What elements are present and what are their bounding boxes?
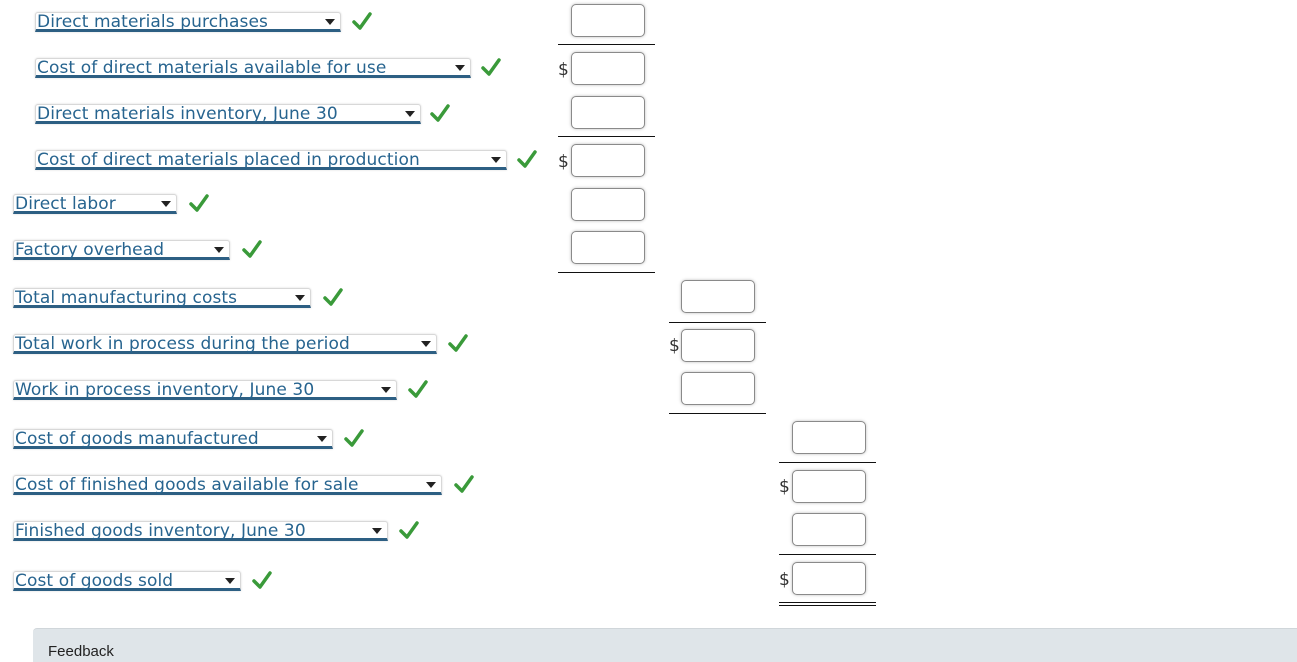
line-item-select[interactable]: Cost of direct materials available for u…: [35, 58, 471, 78]
chevron-down-icon: [455, 65, 465, 71]
subtotal-rule: [558, 272, 655, 273]
chevron-down-icon: [381, 387, 391, 393]
chevron-down-icon: [161, 201, 171, 207]
amount-input[interactable]: [571, 96, 645, 129]
checkmark-icon: [454, 475, 474, 493]
subtotal-rule: [558, 44, 655, 45]
subtotal-rule: [558, 136, 655, 137]
amount-input[interactable]: [681, 372, 755, 405]
amount-input[interactable]: [792, 470, 866, 503]
amount-input[interactable]: [571, 4, 645, 37]
select-value: Work in process inventory, June 30: [15, 380, 315, 400]
dollar-sign: $: [669, 336, 680, 356]
checkmark-icon: [242, 240, 262, 258]
select-value: Cost of goods manufactured: [15, 429, 259, 449]
line-item-select[interactable]: Cost of goods sold: [13, 571, 241, 591]
line-item-select[interactable]: Total manufacturing costs: [13, 288, 311, 308]
chevron-down-icon: [372, 528, 382, 534]
amount-input[interactable]: [571, 144, 645, 177]
amount-input[interactable]: [792, 562, 866, 595]
line-item-select[interactable]: Cost of goods manufactured: [13, 429, 333, 449]
checkmark-icon: [344, 429, 364, 447]
select-value: Direct materials purchases: [37, 12, 269, 32]
checkmark-icon: [448, 334, 468, 352]
subtotal-rule: [669, 322, 766, 323]
checkmark-icon: [352, 12, 372, 30]
checkmark-icon: [252, 571, 272, 589]
chevron-down-icon: [225, 578, 235, 584]
dollar-sign: $: [779, 570, 790, 590]
amount-input[interactable]: [681, 280, 755, 313]
line-item-select[interactable]: Direct materials purchases: [35, 12, 341, 32]
feedback-label: Feedback: [48, 643, 114, 660]
select-value: Cost of direct materials available for u…: [37, 58, 387, 78]
line-item-select[interactable]: Cost of finished goods available for sal…: [13, 475, 442, 495]
subtotal-rule: [779, 462, 876, 463]
line-item-select[interactable]: Direct labor: [13, 194, 177, 214]
amount-input[interactable]: [571, 52, 645, 85]
select-value: Cost of finished goods available for sal…: [15, 475, 359, 495]
select-value: Direct materials inventory, June 30: [37, 104, 338, 124]
line-item-select[interactable]: Cost of direct materials placed in produ…: [35, 150, 507, 170]
select-value: Factory overhead: [15, 240, 165, 260]
chevron-down-icon: [317, 436, 327, 442]
select-value: Direct labor: [15, 194, 116, 214]
select-value: Total manufacturing costs: [15, 288, 238, 308]
checkmark-icon: [517, 150, 537, 168]
amount-input[interactable]: [571, 231, 645, 264]
chevron-down-icon: [405, 111, 415, 117]
checkmark-icon: [399, 521, 419, 539]
line-item-select[interactable]: Direct materials inventory, June 30: [35, 104, 421, 124]
chevron-down-icon: [426, 482, 436, 488]
dollar-sign: $: [558, 152, 569, 172]
subtotal-rule: [779, 554, 876, 555]
line-item-select[interactable]: Work in process inventory, June 30: [13, 380, 397, 400]
select-value: Cost of goods sold: [15, 571, 174, 591]
select-value: Cost of direct materials placed in produ…: [37, 150, 420, 170]
line-item-select[interactable]: Finished goods inventory, June 30: [13, 521, 388, 541]
chevron-down-icon: [295, 295, 305, 301]
line-item-select[interactable]: Factory overhead: [13, 240, 230, 260]
select-value: Total work in process during the period: [15, 334, 350, 354]
amount-input[interactable]: [571, 188, 645, 221]
select-value: Finished goods inventory, June 30: [15, 521, 306, 541]
subtotal-rule: [669, 413, 766, 414]
line-item-select[interactable]: Total work in process during the period: [13, 334, 437, 354]
chevron-down-icon: [214, 247, 224, 253]
dollar-sign: $: [558, 60, 569, 80]
checkmark-icon: [408, 380, 428, 398]
amount-input[interactable]: [792, 513, 866, 546]
total-double-rule: [779, 602, 876, 606]
amount-input[interactable]: [792, 421, 866, 454]
checkmark-icon: [430, 104, 450, 122]
chevron-down-icon: [491, 157, 501, 163]
checkmark-icon: [481, 58, 501, 76]
amount-input[interactable]: [681, 329, 755, 362]
checkmark-icon: [189, 194, 209, 212]
feedback-panel[interactable]: Feedback: [33, 628, 1297, 662]
chevron-down-icon: [421, 341, 431, 347]
chevron-down-icon: [325, 19, 335, 25]
dollar-sign: $: [779, 477, 790, 497]
checkmark-icon: [323, 288, 343, 306]
